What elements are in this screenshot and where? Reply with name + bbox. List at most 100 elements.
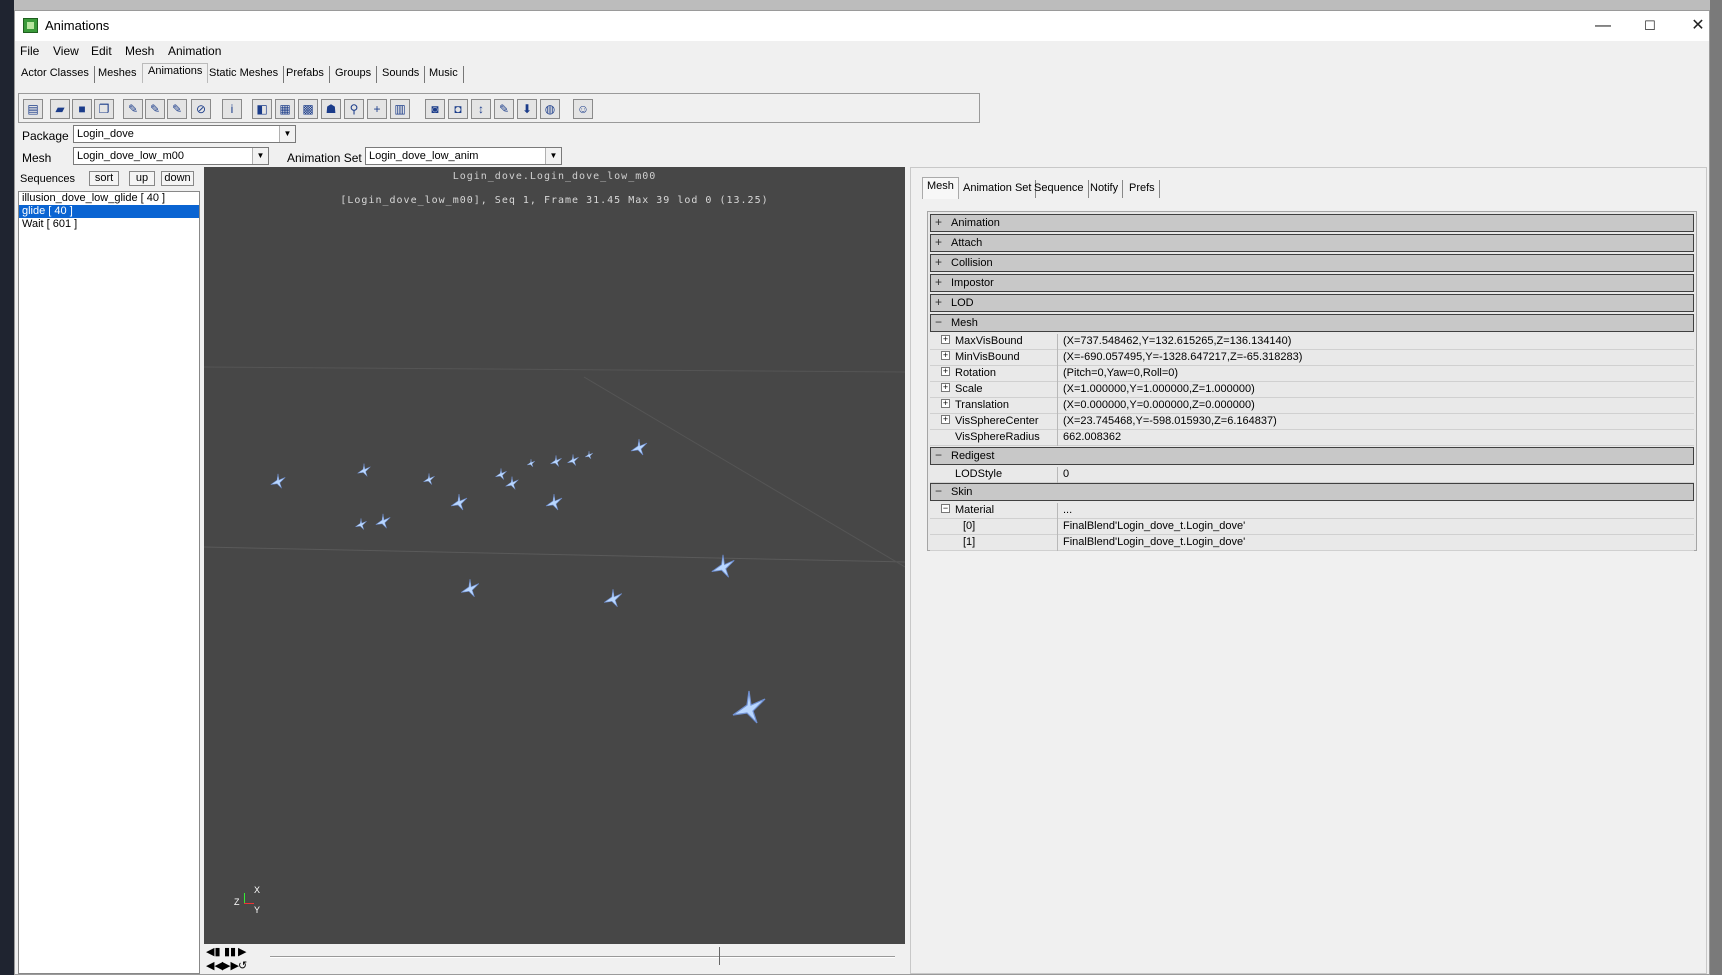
skeleton-icon[interactable]: ☗ <box>321 99 341 119</box>
mesh-combo[interactable]: Login_dove_low_m00 ▼ <box>73 147 269 165</box>
property-row[interactable]: + Rotation (Pitch=0,Yaw=0,Roll=0) <box>930 366 1694 382</box>
maximize-button[interactable]: ☐ <box>1627 13 1673 39</box>
copy-icon[interactable]: ❐ <box>94 99 114 119</box>
frame-slider-thumb[interactable] <box>719 947 722 965</box>
tab-sequence[interactable]: Sequence <box>1030 180 1089 198</box>
sequence-item[interactable]: illusion_dove_low_glide [ 40 ] <box>19 192 199 205</box>
new-package-icon[interactable]: ▤ <box>23 99 43 119</box>
tab-static-meshes[interactable]: Static Meshes <box>204 66 285 83</box>
loop-icon[interactable]: ↺ <box>238 960 247 972</box>
download-icon[interactable]: ⬇ <box>517 99 537 119</box>
property-row[interactable]: LODStyle 0 <box>930 467 1694 483</box>
chevron-down-icon[interactable]: ▼ <box>279 126 295 142</box>
tab-sounds[interactable]: Sounds <box>377 66 426 83</box>
package-combo[interactable]: Login_dove ▼ <box>73 125 296 143</box>
tab-mesh[interactable]: Mesh <box>922 177 959 199</box>
menu-animation[interactable]: Animation <box>168 44 221 58</box>
sort-button[interactable]: sort <box>89 171 119 186</box>
category-redigest[interactable]: − Redigest <box>930 447 1694 465</box>
property-row[interactable]: + Scale (X=1.000000,Y=1.000000,Z=1.000000) <box>930 382 1694 398</box>
property-value[interactable]: (X=0.000000,Y=0.000000,Z=0.000000) <box>1063 398 1255 413</box>
property-row[interactable]: + MaxVisBound (X=737.548462,Y=132.615265,Z… <box>930 334 1694 350</box>
property-value[interactable]: (X=-690.057495,Y=-1328.647217,Z=-65.3182… <box>1063 350 1302 365</box>
prev-frame-icon[interactable]: ◀▮ <box>206 946 221 958</box>
import-mesh-icon[interactable]: ✎ <box>123 99 143 119</box>
expand-icon[interactable]: + <box>935 255 942 270</box>
sequence-item-selected[interactable]: glide [ 40 ] <box>19 205 199 218</box>
property-row[interactable]: − Material... <box>930 503 1694 519</box>
property-value[interactable]: FinalBlend'Login_dove_t.Login_dove' <box>1063 519 1245 534</box>
category-skin[interactable]: − Skin <box>930 483 1694 501</box>
bone-icon[interactable]: ⚲ <box>344 99 364 119</box>
animation-viewport[interactable]: Login_dove.Login_dove_low_m00 [Login_dov… <box>204 167 905 944</box>
menu-view[interactable]: View <box>53 44 79 58</box>
property-row[interactable]: + MinVisBound (X=-690.057495,Y=-1328.64721… <box>930 350 1694 366</box>
category-lod[interactable]: + LOD <box>930 294 1694 312</box>
category-impostor[interactable]: + Impostor <box>930 274 1694 292</box>
property-row[interactable]: [1] FinalBlend'Login_dove_t.Login_dove' <box>930 535 1694 551</box>
expand-icon[interactable]: + <box>941 415 950 424</box>
close-button[interactable]: ✕ <box>1675 13 1721 39</box>
person-icon[interactable]: ☺ <box>573 99 593 119</box>
collapse-icon[interactable]: − <box>935 448 942 463</box>
property-value[interactable]: (Pitch=0,Yaw=0,Roll=0) <box>1063 366 1178 381</box>
lock-icon[interactable]: ◍ <box>540 99 560 119</box>
tab-meshes[interactable]: Meshes <box>93 66 143 83</box>
category-animation[interactable]: + Animation <box>930 214 1694 232</box>
link-icon[interactable]: ⊘ <box>191 99 211 119</box>
save-icon[interactable]: ■ <box>72 99 92 119</box>
minimize-button[interactable]: — <box>1580 13 1626 39</box>
export-icon[interactable]: ✎ <box>167 99 187 119</box>
refresh-icon[interactable]: ◙ <box>425 99 445 119</box>
menu-file[interactable]: File <box>20 44 39 58</box>
expand-icon[interactable]: + <box>941 335 950 344</box>
expand-icon[interactable]: + <box>941 399 950 408</box>
property-value[interactable]: (X=737.548462,Y=132.615265,Z=136.134140) <box>1063 334 1291 349</box>
sequence-icon[interactable]: ◘ <box>448 99 468 119</box>
property-value[interactable]: ... <box>1063 503 1072 518</box>
next-frame-icon[interactable]: ▶ <box>238 946 246 958</box>
import-anim-icon[interactable]: ✎ <box>145 99 165 119</box>
expand-icon[interactable]: + <box>941 367 950 376</box>
tab-animations[interactable]: Animations <box>142 63 209 83</box>
menu-mesh[interactable]: Mesh <box>125 44 154 58</box>
animation-set-combo[interactable]: Login_dove_low_anim ▼ <box>365 147 562 165</box>
material-icon[interactable]: ▥ <box>390 99 410 119</box>
pivot-icon[interactable]: + <box>367 99 387 119</box>
property-row[interactable]: + Translation (X=0.000000,Y=0.000000,Z=0.0… <box>930 398 1694 414</box>
expand-icon[interactable]: + <box>941 351 950 360</box>
menu-edit[interactable]: Edit <box>91 44 112 58</box>
category-collision[interactable]: + Collision <box>930 254 1694 272</box>
tab-animation-set[interactable]: Animation Set <box>959 180 1037 198</box>
tab-music[interactable]: Music <box>424 66 464 83</box>
rewind-icon[interactable]: ◀◀ <box>206 960 223 972</box>
tab-notify[interactable]: Notify <box>1086 180 1124 198</box>
up-button[interactable]: up <box>129 171 155 186</box>
notify-icon[interactable]: ↕ <box>471 99 491 119</box>
info-icon[interactable]: i <box>222 99 242 119</box>
property-value[interactable]: (X=23.745468,Y=-598.015930,Z=6.164837) <box>1063 414 1277 429</box>
chevron-down-icon[interactable]: ▼ <box>545 148 561 164</box>
collapse-icon[interactable]: − <box>935 315 942 330</box>
property-value[interactable]: (X=1.000000,Y=1.000000,Z=1.000000) <box>1063 382 1255 397</box>
property-value[interactable]: FinalBlend'Login_dove_t.Login_dove' <box>1063 535 1245 550</box>
collapse-icon[interactable]: − <box>935 484 942 499</box>
collapse-icon[interactable]: − <box>941 504 950 513</box>
tab-actor-classes[interactable]: Actor Classes <box>16 66 95 83</box>
tab-prefabs[interactable]: Prefabs <box>281 66 330 83</box>
expand-icon[interactable]: + <box>935 275 942 290</box>
expand-icon[interactable]: + <box>935 235 942 250</box>
expand-icon[interactable]: + <box>935 215 942 230</box>
category-mesh[interactable]: − Mesh <box>930 314 1694 332</box>
open-icon[interactable]: ▰ <box>50 99 70 119</box>
grid-icon[interactable]: ▩ <box>298 99 318 119</box>
category-attach[interactable]: + Attach <box>930 234 1694 252</box>
tab-prefs[interactable]: Prefs <box>1125 180 1160 198</box>
edit-icon[interactable]: ✎ <box>494 99 514 119</box>
frame-slider[interactable] <box>270 956 895 958</box>
property-row[interactable]: VisSphereRadius 662.008362 <box>930 430 1694 446</box>
wireframe-icon[interactable]: ▦ <box>275 99 295 119</box>
property-row[interactable]: + VisSphereCenter (X=23.745468,Y=-598.0159… <box>930 414 1694 430</box>
expand-icon[interactable]: + <box>935 295 942 310</box>
sequence-item[interactable]: Wait [ 601 ] <box>19 218 199 231</box>
